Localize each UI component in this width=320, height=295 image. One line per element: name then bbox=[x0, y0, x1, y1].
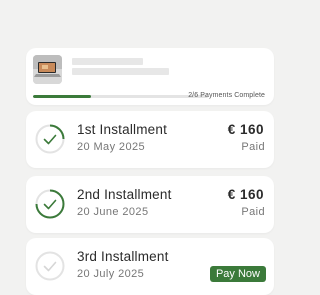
pay-now-button[interactable]: Pay Now bbox=[209, 266, 266, 282]
installment-date: 20 July 2025 bbox=[77, 268, 145, 280]
installment-amount: € 160 bbox=[227, 122, 264, 137]
product-thumbnail bbox=[33, 55, 62, 84]
placeholder-line bbox=[72, 58, 143, 65]
check-circle-icon bbox=[35, 189, 65, 219]
check-circle-icon bbox=[35, 124, 65, 154]
installment-date: 20 May 2025 bbox=[77, 141, 145, 153]
installment-title: 1st Installment bbox=[77, 122, 168, 137]
installment-title: 2nd Installment bbox=[77, 187, 172, 202]
installment-amount: € 160 bbox=[227, 187, 264, 202]
payment-progress-bar bbox=[33, 95, 208, 98]
payment-summary-card: 2/6 Payments Complete bbox=[26, 48, 274, 105]
installment-date: 20 June 2025 bbox=[77, 206, 149, 218]
installment-status: Paid bbox=[241, 141, 265, 153]
placeholder-line bbox=[72, 68, 169, 75]
installment-card[interactable]: 2nd Installment 20 June 2025 € 160 Paid bbox=[26, 176, 274, 233]
progress-label: 2/6 Payments Complete bbox=[188, 92, 265, 99]
payment-progress-fill bbox=[33, 95, 92, 98]
installment-status: Paid bbox=[241, 206, 265, 218]
installment-title: 3rd Installment bbox=[77, 249, 169, 264]
installment-card[interactable]: 1st Installment 20 May 2025 € 160 Paid bbox=[26, 111, 274, 168]
check-circle-icon bbox=[35, 251, 65, 281]
installment-card[interactable]: 3rd Installment 20 July 2025 Pay Now bbox=[26, 238, 274, 295]
